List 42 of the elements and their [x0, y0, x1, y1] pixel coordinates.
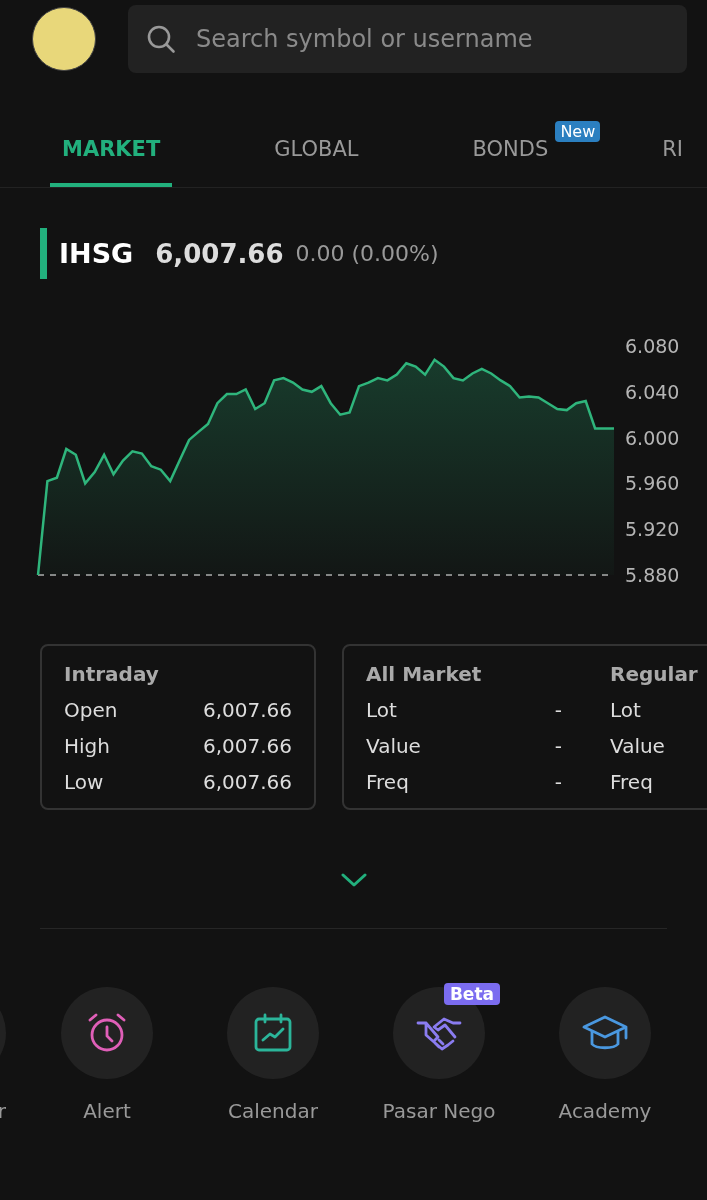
axis-label: 6.000 [625, 426, 680, 449]
card-title: Regular [610, 662, 699, 686]
tab[interactable]: MARKET [50, 137, 173, 187]
stat-label: Value [366, 734, 421, 758]
stat-label: Lot [366, 698, 397, 722]
stat-label: Lot [610, 698, 641, 722]
stat-value: - [554, 770, 562, 794]
beta-badge: Beta [443, 983, 500, 1005]
stat-label: Low [64, 770, 104, 794]
shortcut-label[interactable]: Academy [558, 1099, 652, 1123]
search-field[interactable]: Search symbol or username [128, 5, 687, 73]
accent-bar [40, 228, 47, 279]
axis-label: 5.880 [625, 564, 680, 586]
index-symbol: IHSG [59, 238, 134, 269]
stat-value: - [554, 734, 562, 758]
axis-label: 6.040 [625, 380, 680, 403]
axis-label: 5.920 [625, 518, 680, 541]
tab[interactable]: GLOBAL [262, 137, 371, 187]
stat-value: 6,007.66 [202, 698, 292, 722]
axis-label: 6.080 [625, 335, 680, 357]
calendar-chart-icon [252, 1012, 294, 1054]
shortcut-label[interactable]: Pasar Nego [382, 1099, 496, 1123]
stat-label: Open [64, 698, 118, 722]
index-price: 6,007.66 [155, 238, 284, 269]
chevron-down-icon[interactable] [340, 872, 367, 888]
axis-label: 5.960 [625, 472, 680, 495]
new-badge: New [555, 121, 601, 142]
card-title: All Market [366, 662, 483, 686]
shortcut-label[interactable]: Calendar [228, 1099, 318, 1123]
stat-value: 6,007.66 [202, 734, 292, 758]
stat-value: 6,007.66 [202, 770, 292, 794]
shortcut-label[interactable]: r [0, 1099, 6, 1123]
stat-label: Freq [366, 770, 409, 794]
stat-label: High [64, 734, 110, 758]
card-title: Intraday [64, 662, 160, 686]
stat-label: Freq [610, 770, 653, 794]
index-change: 0.00 (0.00%) [295, 241, 439, 266]
stat-value: - [554, 698, 562, 722]
shortcut-label[interactable]: Alert [83, 1099, 131, 1123]
stat-label: Value [610, 734, 665, 758]
tab[interactable]: RI [650, 137, 696, 187]
search-icon [146, 24, 176, 54]
